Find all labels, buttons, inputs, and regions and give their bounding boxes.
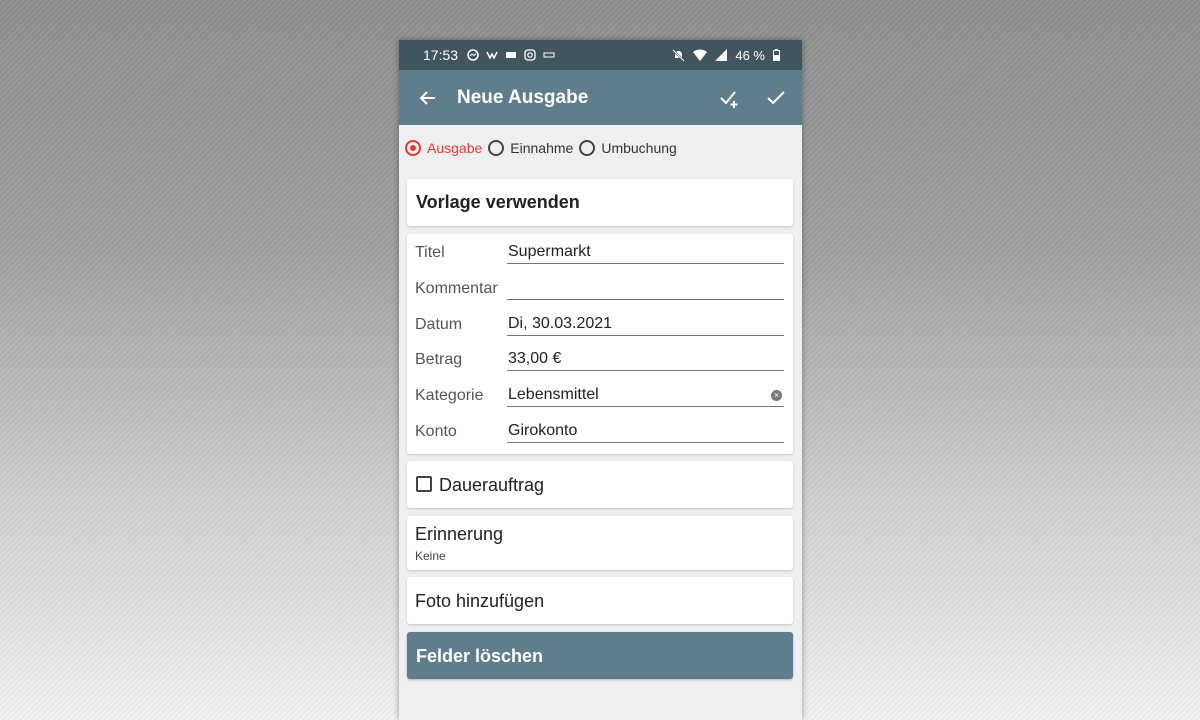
field-label: Betrag [415,351,463,368]
bp-icon [506,52,517,58]
instagram-icon [524,49,536,61]
field-label: Kategorie [415,387,484,404]
use-template-card[interactable]: Vorlage verwenden [407,179,793,226]
radio-ausgabe[interactable]: Ausgabe [405,140,482,156]
field-label: Datum [415,316,463,333]
status-bar: 17:53 46 % [399,40,802,70]
wifi-icon [693,49,708,61]
recurring-label: Dauerauftrag [439,475,545,495]
arrow-left-icon [419,90,435,105]
add-photo-card[interactable]: Foto hinzufügen [407,577,793,624]
radio-einnahme[interactable]: Einnahme [488,140,573,156]
recurring-card[interactable]: Dauerauftrag [407,461,793,508]
radio-label: Umbuchung [601,140,677,156]
transaction-type-selector: Ausgabe Einnahme Umbuchung [405,136,683,160]
check-plus-icon [720,90,738,108]
back-button[interactable] [416,86,440,110]
save-and-new-button[interactable] [718,86,742,110]
reminder-value: Keine [415,549,446,563]
phone-screen: 17:53 46 % Neue Ausgabe Ausgabe Einnahme… [399,40,802,720]
radio-selected-icon [405,140,421,156]
save-button[interactable] [764,86,788,110]
radio-umbuchung[interactable]: Umbuchung [579,140,677,156]
clear-fields-button[interactable]: Felder löschen [407,632,793,679]
reminder-card[interactable]: Erinnerung Keine [407,516,793,570]
reminder-label: Erinnerung [415,524,504,544]
system-icons: 46 % [672,48,780,63]
comment-field[interactable] [507,276,784,300]
form-row-kommentar: Kommentar [407,272,793,308]
check-icon [767,90,785,104]
recurring-checkbox[interactable] [416,476,432,492]
use-template-label: Vorlage verwenden [416,192,580,212]
app-bar-actions [718,86,788,110]
signal-icon [715,49,728,61]
form-row-kategorie: Kategorie Lebensmittel × [407,379,793,415]
radio-label: Einnahme [510,140,574,156]
clear-icon[interactable]: × [771,390,782,401]
field-label: Kommentar [415,280,498,297]
form-row-datum: Datum Di, 30.03.2021 [407,308,793,344]
expense-form-card: Titel Supermarkt Kommentar Datum Di, 30.… [407,234,793,454]
radio-unselected-icon [579,140,596,156]
clear-fields-label: Felder löschen [416,646,544,666]
battery-percent: 46 % [735,47,765,63]
radio-label: Ausgabe [427,140,483,156]
battery-icon [773,49,780,61]
form-row-titel: Titel Supermarkt [407,236,793,272]
form-row-betrag: Betrag 33,00 € [407,343,793,379]
account-field[interactable]: Girokonto [507,419,784,443]
add-photo-label: Foto hinzufügen [415,591,545,611]
form-row-konto: Konto Girokonto [407,415,793,451]
radio-unselected-icon [488,140,505,156]
title-field[interactable]: Supermarkt [507,240,784,264]
field-label: Konto [415,423,457,440]
notification-icons [467,49,555,61]
amount-field[interactable]: 33,00 € [507,347,784,371]
page-title: Neue Ausgabe [457,86,589,108]
app-bar: Neue Ausgabe [399,70,802,125]
tinder-like-icon [486,51,498,60]
status-time: 17:53 [423,47,459,63]
date-field[interactable]: Di, 30.03.2021 [507,312,784,336]
mute-bell-icon [672,48,686,62]
field-label: Titel [415,244,445,261]
category-value: Lebensmittel [508,386,599,403]
category-field[interactable]: Lebensmittel × [507,383,784,407]
rewe-icon [543,52,555,58]
messenger-icon [467,49,479,61]
